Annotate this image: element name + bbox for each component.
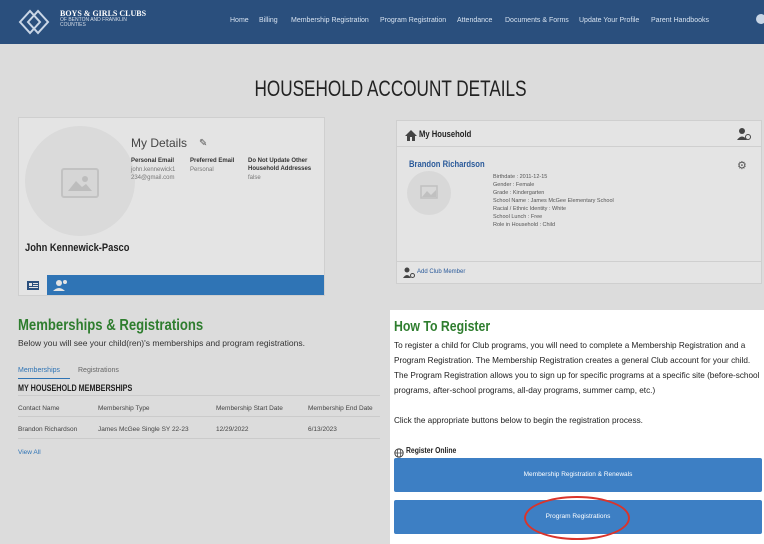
active-tab-underline (18, 378, 70, 379)
table-cell-end: 6/13/2023 (308, 426, 337, 433)
nav-update-profile[interactable]: Update Your Profile (579, 17, 639, 24)
contact-card-icon (27, 281, 39, 290)
add-member-icon[interactable] (403, 266, 415, 284)
people-icon (53, 280, 67, 291)
nav-program-registration[interactable]: Program Registration (380, 17, 446, 24)
brand-line-3: COUNTIES (60, 22, 86, 28)
how-to-register-instructions: Click the appropriate buttons below to b… (394, 416, 643, 425)
page-title: HOUSEHOLD ACCOUNT DETAILS (254, 76, 527, 101)
gear-icon[interactable]: ⚙ (737, 159, 747, 172)
table-divider (18, 395, 380, 396)
member-details: Birthdate : 2011-12-15 Gender : Female G… (493, 173, 614, 229)
memberships-subtitle: Below you will see your child(ren)'s mem… (18, 338, 305, 348)
column-header-end: Membership End Date (308, 405, 373, 412)
my-details-card: My Details ✎ Personal Email john.kennewi… (18, 117, 325, 296)
user-avatar-icon[interactable] (756, 14, 764, 24)
member-birthdate: Birthdate : 2011-12-15 (493, 174, 548, 180)
tab-household-people[interactable] (47, 275, 75, 295)
household-header: My Household (397, 121, 761, 147)
member-grade: Grade : Kindergarten (493, 190, 545, 196)
member-lunch: School Lunch : Free (493, 214, 543, 220)
nav-documents-forms[interactable]: Documents & Forms (505, 17, 569, 24)
personal-email-label: Personal Email (131, 158, 175, 164)
nav-attendance[interactable]: Attendance (457, 17, 492, 24)
household-title: My Household (419, 129, 472, 139)
column-header-contact: Contact Name (18, 405, 60, 412)
nav-billing[interactable]: Billing (259, 17, 278, 24)
brand-name: BOYS & GIRLS CLUBS OF BENTON AND FRANKLI… (60, 10, 146, 28)
member-ethnicity: Racial / Ethnic Identity : White (493, 206, 567, 212)
personal-email-value-2: 234@gmail.com (131, 175, 175, 181)
top-navbar: BOYS & GIRLS CLUBS OF BENTON AND FRANKLI… (0, 0, 764, 44)
image-placeholder-icon (61, 168, 99, 198)
personal-email-value-1: john.kennewick1 (131, 167, 176, 173)
image-placeholder-icon (420, 185, 438, 199)
column-header-type: Membership Type (98, 405, 150, 412)
details-tab-bar (19, 275, 324, 295)
add-person-icon[interactable] (737, 127, 751, 146)
tab-registrations[interactable]: Registrations (78, 367, 119, 374)
table-divider (18, 438, 380, 439)
member-role: Role in Household : Child (493, 222, 556, 228)
my-household-card: My Household Brandon Richardson ⚙ Birthd… (396, 120, 762, 284)
member-school: School Name : James McGee Elementary Sch… (493, 198, 614, 204)
household-footer: Add Club Member (397, 261, 761, 283)
household-memberships-title: MY HOUSEHOLD MEMBERSHIPS (18, 383, 133, 393)
account-owner-name: John Kennewick-Pasco (25, 242, 130, 254)
table-cell-start: 12/29/2022 (216, 426, 249, 433)
member-gender: Gender : Female (493, 182, 535, 188)
preferred-email-value: Personal (190, 167, 214, 173)
do-not-update-label-1: Do Not Update Other (248, 158, 308, 164)
member-avatar (407, 171, 451, 215)
logo[interactable] (10, 3, 58, 41)
how-to-register-paragraph: To register a child for Club programs, y… (394, 341, 760, 395)
table-cell-contact: Brandon Richardson (18, 426, 78, 433)
member-name-link[interactable]: Brandon Richardson (409, 159, 485, 169)
register-online-label: Register Online (406, 446, 457, 455)
membership-registration-button[interactable]: Membership Registration & Renewals (394, 458, 762, 492)
tab-memberships[interactable]: Memberships (18, 367, 60, 374)
do-not-update-value: false (248, 175, 261, 181)
tab-contact-card[interactable] (19, 275, 47, 295)
view-all-link[interactable]: View All (18, 449, 41, 456)
highlight-circle (524, 496, 630, 540)
how-to-register-title: How To Register (394, 318, 491, 335)
nav-membership-registration[interactable]: Membership Registration (291, 17, 369, 24)
do-not-update-label-2: Household Addresses (248, 166, 312, 172)
profile-avatar (25, 126, 135, 236)
table-divider (18, 416, 380, 417)
add-club-member-link[interactable]: Add Club Member (417, 269, 465, 275)
home-icon (405, 128, 417, 146)
edit-pencil-icon[interactable]: ✎ (199, 138, 207, 149)
my-details-title: My Details (131, 136, 188, 150)
table-cell-type: James McGee Single SY 22-23 (98, 426, 189, 433)
memberships-title: Memberships & Registrations (18, 317, 204, 334)
preferred-email-label: Preferred Email (190, 158, 235, 164)
nav-home[interactable]: Home (230, 17, 249, 24)
column-header-start: Membership Start Date (216, 405, 283, 412)
nav-parent-handbooks[interactable]: Parent Handbooks (651, 17, 709, 24)
